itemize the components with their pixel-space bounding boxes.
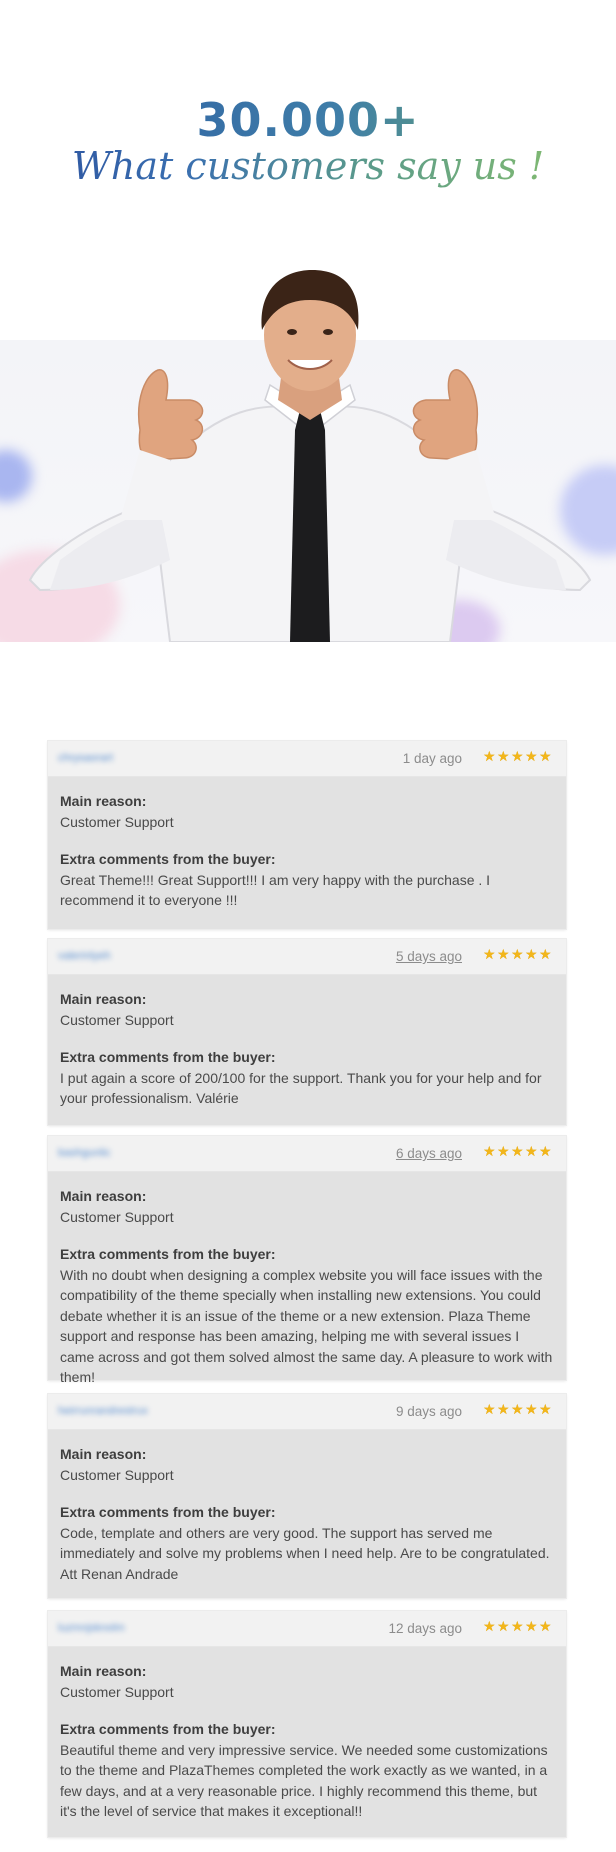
review-card: bashgunlic 6 days ago ★ ★ ★ ★ ★ Main reason:… (48, 1136, 566, 1385)
star-rating: ★ ★ ★ ★ ★ (483, 1620, 552, 1634)
main-reason: Customer Support (60, 1208, 174, 1225)
comments-label: Extra comments from the buyer: (60, 851, 276, 867)
main-reason: Customer Support (60, 1683, 174, 1700)
review-date: 9 days ago (395, 1404, 462, 1419)
star-rating: ★ ★ ★ ★ ★ (483, 1145, 552, 1159)
review-header: bashgunlic 6 days ago ★ ★ ★ ★ ★ (48, 1136, 566, 1172)
buyer-comments: Beautiful theme and very impressive serv… (60, 1741, 548, 1820)
star-icon: ★ (539, 1402, 552, 1418)
review-body: Main reason: Customer Support Extra comm… (48, 1430, 566, 1584)
star-icon: ★ (511, 1144, 524, 1160)
main-reason-label: Main reason: (60, 1446, 147, 1462)
review-header: heirrunrandrestrux 9 days ago ★ ★ ★ ★ ★ (48, 1394, 566, 1430)
star-icon: ★ (511, 947, 524, 963)
star-icon: ★ (539, 749, 552, 765)
comments-label: Extra comments from the buyer: (60, 1504, 276, 1520)
star-rating: ★ ★ ★ ★ ★ (483, 948, 552, 962)
main-reason: Customer Support (60, 1466, 174, 1483)
customer-count: 30.000+ (0, 92, 616, 148)
star-icon: ★ (497, 1402, 510, 1418)
review-body: Main reason: Customer Support Extra comm… (48, 1172, 566, 1388)
star-icon: ★ (539, 947, 552, 963)
review-date-link[interactable]: 6 days ago (396, 1145, 462, 1163)
thumbs-up-man-illustration (28, 270, 592, 642)
star-icon: ★ (497, 1144, 510, 1160)
review-date-link[interactable]: 5 days ago (396, 948, 462, 966)
tagline: What customers say us ! (0, 142, 616, 190)
comments-label: Extra comments from the buyer: (60, 1721, 276, 1737)
main-reason-label: Main reason: (60, 1663, 147, 1679)
reviewer-name[interactable]: luzmnjsknolm (58, 1618, 178, 1638)
hero-image (0, 250, 616, 642)
review-body: Main reason: Customer Support Extra comm… (48, 1647, 566, 1822)
comments-label: Extra comments from the buyer: (60, 1246, 276, 1262)
review-header: valerinlyeh 5 days ago ★ ★ ★ ★ ★ (48, 939, 566, 975)
buyer-comments: With no doubt when designing a complex w… (60, 1266, 553, 1386)
reviewer-name[interactable]: chrysaorart (58, 748, 178, 768)
review-card: chrysaorart 1 day ago ★ ★ ★ ★ ★ Main reason:… (48, 741, 566, 929)
main-reason-label: Main reason: (60, 793, 147, 809)
star-icon: ★ (525, 1144, 538, 1160)
star-icon: ★ (497, 947, 510, 963)
star-icon: ★ (511, 1402, 524, 1418)
review-date: 1 day ago (402, 751, 462, 766)
review-card: heirrunrandrestrux 9 days ago ★ ★ ★ ★ ★ Main… (48, 1394, 566, 1598)
main-reason: Customer Support (60, 1011, 174, 1028)
reviewer-name[interactable]: valerinlyeh (58, 946, 178, 966)
star-icon: ★ (525, 1402, 538, 1418)
star-rating: ★ ★ ★ ★ ★ (483, 1403, 552, 1417)
review-body: Main reason: Customer Support Extra comm… (48, 975, 566, 1109)
comments-label: Extra comments from the buyer: (60, 1049, 276, 1065)
star-icon: ★ (525, 749, 538, 765)
main-reason-label: Main reason: (60, 1188, 147, 1204)
star-icon: ★ (483, 1144, 496, 1160)
star-rating: ★ ★ ★ ★ ★ (483, 750, 552, 764)
main-reason-label: Main reason: (60, 991, 147, 1007)
star-icon: ★ (511, 1619, 524, 1635)
review-body: Main reason: Customer Support Extra comm… (48, 777, 566, 911)
main-reason: Customer Support (60, 813, 174, 830)
review-date: 12 days ago (388, 1621, 462, 1636)
star-icon: ★ (483, 1402, 496, 1418)
star-icon: ★ (497, 1619, 510, 1635)
review-card: luzmnjsknolm 12 days ago ★ ★ ★ ★ ★ Main reas… (48, 1611, 566, 1837)
hero-heading: 30.000+ What customers say us ! (0, 92, 616, 190)
star-icon: ★ (497, 749, 510, 765)
buyer-comments: Great Theme!!! Great Support!!! I am ver… (60, 871, 491, 909)
star-icon: ★ (483, 947, 496, 963)
star-icon: ★ (539, 1619, 552, 1635)
star-icon: ★ (525, 1619, 538, 1635)
buyer-comments: I put again a score of 200/100 for the s… (60, 1069, 542, 1107)
star-icon: ★ (511, 749, 524, 765)
review-header: chrysaorart 1 day ago ★ ★ ★ ★ ★ (48, 741, 566, 777)
buyer-comments: Code, template and others are very good.… (60, 1524, 550, 1582)
star-icon: ★ (539, 1144, 552, 1160)
reviewer-name[interactable]: heirrunrandrestrux (58, 1401, 178, 1421)
star-icon: ★ (483, 1619, 496, 1635)
star-icon: ★ (525, 947, 538, 963)
star-icon: ★ (483, 749, 496, 765)
reviewer-name[interactable]: bashgunlic (58, 1143, 178, 1163)
review-header: luzmnjsknolm 12 days ago ★ ★ ★ ★ ★ (48, 1611, 566, 1647)
review-card: valerinlyeh 5 days ago ★ ★ ★ ★ ★ Main reason… (48, 939, 566, 1125)
